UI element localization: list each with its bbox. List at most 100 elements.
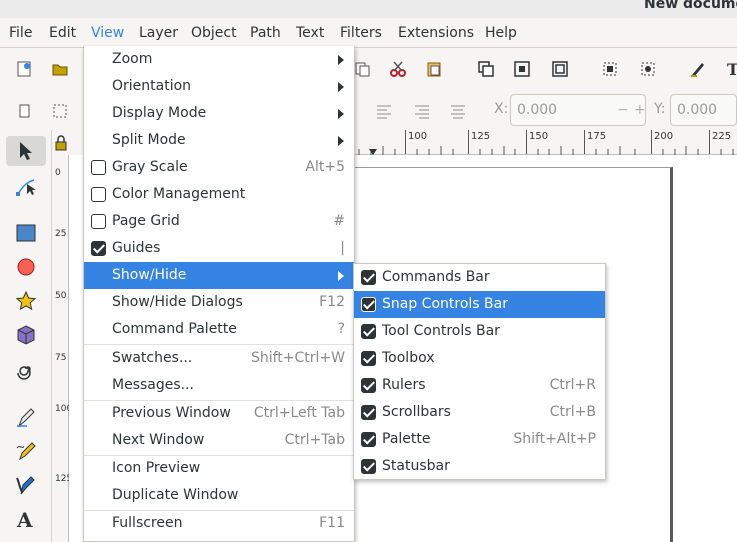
text-font-icon[interactable]: T — [722, 57, 737, 81]
title-bar: New document — [0, 0, 737, 18]
menu-item-label: Next Window — [112, 432, 205, 448]
y-label: Y: — [654, 101, 666, 117]
vertical-ruler[interactable]: 0 25 50 75 100 125 — [52, 155, 72, 542]
submenu-item-statusbar[interactable]: Statusbar — [354, 453, 605, 480]
unlink-clone-icon[interactable] — [548, 57, 572, 81]
shortcut-label: Ctrl+Left Tab — [253, 405, 345, 421]
cut-icon[interactable] — [386, 57, 410, 81]
menu-object[interactable]: Object — [186, 18, 242, 48]
svg-text:A: A — [16, 508, 33, 530]
menu-item-guides[interactable]: Guides | — [84, 235, 354, 262]
ellipse-tool-icon[interactable] — [6, 252, 46, 282]
menu-bar: File Edit View Layer Object Path Text Fi… — [0, 18, 737, 48]
menu-item-label: Command Palette — [112, 321, 237, 337]
3d-box-tool-icon[interactable] — [6, 320, 46, 350]
select-all-icon[interactable] — [12, 99, 36, 123]
menu-item-label: Duplicate Window — [112, 487, 239, 503]
submenu-item-toolbox[interactable]: Toolbox — [354, 345, 605, 372]
ungroup-icon[interactable] — [636, 57, 660, 81]
menu-item-label: Icon Preview — [112, 460, 201, 476]
submenu-item-snap-controls-bar[interactable]: Snap Controls Bar — [354, 291, 605, 318]
menu-item-label: Guides — [112, 240, 161, 256]
menu-item-color-management[interactable]: Color Management — [84, 181, 354, 208]
calligraphy-tool-icon[interactable] — [6, 470, 46, 500]
menu-item-command-palette[interactable]: Command Palette ? — [84, 316, 354, 343]
ruler-label: 50 — [55, 291, 67, 301]
menu-item-label: Commands Bar — [382, 269, 490, 285]
shortcut-label: Ctrl+Tab — [284, 432, 345, 448]
x-decrement-button[interactable]: − — [617, 95, 629, 125]
duplicate-icon[interactable] — [474, 57, 498, 81]
menu-item-swatches[interactable]: Swatches... Shift+Ctrl+W — [84, 345, 354, 372]
open-folder-icon[interactable] — [48, 57, 72, 81]
submenu-item-scrollbars[interactable]: Scrollbars Ctrl+B — [354, 399, 605, 426]
submenu-arrow-icon — [338, 136, 344, 146]
shortcut-label: Shift+Ctrl+W — [250, 350, 345, 366]
menu-item-gray-scale[interactable]: Gray Scale Alt+5 — [84, 154, 354, 181]
menu-item-previous-window[interactable]: Previous Window Ctrl+Left Tab — [84, 400, 354, 427]
node-tool-icon[interactable] — [6, 172, 46, 202]
menu-item-show-hide[interactable]: Show/Hide — [84, 262, 354, 289]
spiral-tool-icon[interactable] — [6, 354, 46, 384]
menu-item-show-hide-dialogs[interactable]: Show/Hide Dialogs F12 — [84, 289, 354, 316]
submenu-item-tool-controls-bar[interactable]: Tool Controls Bar — [354, 318, 605, 345]
menu-view[interactable]: View — [86, 18, 130, 48]
view-menu: Zoom Orientation Display Mode Split Mode… — [83, 46, 355, 542]
menu-item-messages[interactable]: Messages... — [84, 372, 354, 399]
ruler-label: 0 — [55, 168, 61, 178]
checkbox-checked-icon — [361, 324, 376, 339]
pen-tool-icon[interactable] — [6, 402, 46, 432]
align-center-icon[interactable] — [446, 99, 470, 123]
menu-item-label: Orientation — [112, 78, 192, 94]
ruler-label: 75 — [55, 353, 67, 363]
align-left-icon[interactable] — [372, 99, 396, 123]
menu-item-orientation[interactable]: Orientation — [84, 73, 354, 100]
y-value: 0.000 — [677, 102, 718, 118]
menu-item-label: Scrollbars — [382, 404, 451, 420]
checkbox-checked-icon — [361, 297, 376, 312]
menu-text[interactable]: Text — [291, 18, 329, 48]
menu-item-page-grid[interactable]: Page Grid # — [84, 208, 354, 235]
menu-item-label: Fullscreen — [112, 515, 183, 531]
menu-edit[interactable]: Edit — [44, 18, 81, 48]
menu-file[interactable]: File — [4, 18, 37, 48]
menu-item-next-window[interactable]: Next Window Ctrl+Tab — [84, 427, 354, 454]
menu-help[interactable]: Help — [480, 18, 522, 48]
selector-tool-icon[interactable] — [6, 136, 46, 166]
menu-extensions[interactable]: Extensions — [393, 18, 479, 48]
menu-item-display-mode[interactable]: Display Mode — [84, 100, 354, 127]
x-coordinate-field[interactable]: 0.000 − + — [510, 94, 646, 126]
submenu-item-palette[interactable]: Palette Shift+Alt+P — [354, 426, 605, 453]
lock-guides-icon[interactable] — [52, 132, 70, 154]
y-coordinate-field[interactable]: 0.000 — [670, 94, 737, 126]
menu-filters[interactable]: Filters — [335, 18, 387, 48]
paste-icon[interactable] — [422, 57, 446, 81]
submenu-arrow-icon — [338, 271, 344, 281]
window-title: New document — [644, 0, 737, 12]
menu-item-fullscreen[interactable]: Fullscreen F11 — [84, 510, 354, 537]
select-all-layers-icon[interactable] — [48, 99, 72, 123]
menu-item-icon-preview[interactable]: Icon Preview — [84, 455, 354, 482]
align-right-icon[interactable] — [410, 99, 434, 123]
x-increment-button[interactable]: + — [634, 95, 646, 125]
group-icon[interactable] — [598, 57, 622, 81]
text-tool-icon[interactable]: A — [6, 504, 46, 534]
menu-item-zoom[interactable]: Zoom — [84, 46, 354, 73]
checkbox-icon — [91, 160, 106, 175]
shortcut-label: Ctrl+B — [549, 404, 596, 420]
pencil-tool-icon[interactable] — [6, 436, 46, 466]
submenu-item-commands-bar[interactable]: Commands Bar — [354, 264, 605, 291]
new-document-icon[interactable] — [12, 57, 36, 81]
horizontal-ruler[interactable]: 100 125 150 175 200 225 — [355, 130, 737, 155]
fill-stroke-icon[interactable] — [686, 57, 710, 81]
rectangle-tool-icon[interactable] — [6, 218, 46, 248]
menu-layer[interactable]: Layer — [134, 18, 183, 48]
menu-item-label: Statusbar — [382, 458, 450, 474]
menu-item-duplicate-window[interactable]: Duplicate Window — [84, 482, 354, 509]
menu-path[interactable]: Path — [245, 18, 286, 48]
submenu-item-rulers[interactable]: Rulers Ctrl+R — [354, 372, 605, 399]
menu-item-label: Messages... — [112, 377, 195, 393]
menu-item-split-mode[interactable]: Split Mode — [84, 127, 354, 154]
star-tool-icon[interactable] — [6, 286, 46, 316]
clone-icon[interactable] — [510, 57, 534, 81]
